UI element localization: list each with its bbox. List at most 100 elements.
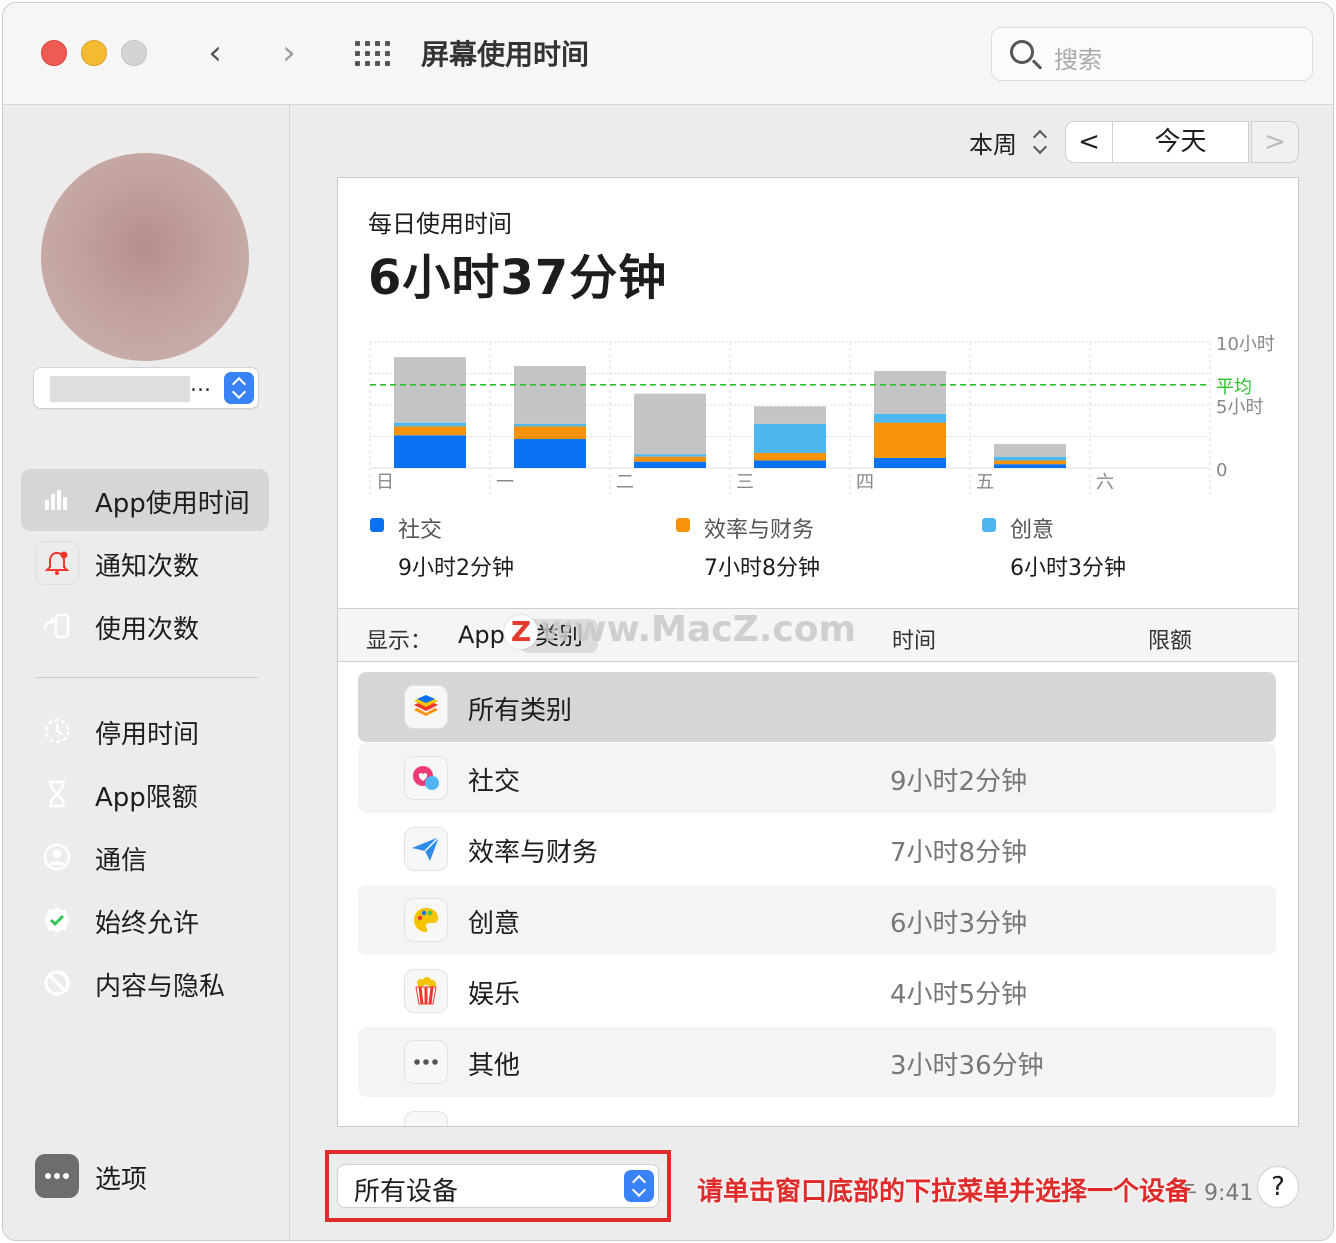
category-row-other[interactable]: 其他 3小时36分钟 <box>358 1027 1276 1097</box>
legend-swatch <box>370 518 384 532</box>
sidebar-item-content-privacy[interactable]: 内容与隐私 <box>21 952 269 1014</box>
legend-swatch <box>676 518 690 532</box>
category-row-all[interactable]: 所有类别 <box>358 672 1276 742</box>
bar-segment <box>994 444 1066 457</box>
back-button[interactable]: ‹ <box>195 31 235 75</box>
bar-segment <box>634 393 706 455</box>
category-name: 创意 <box>468 909 521 939</box>
bar-segment <box>994 464 1066 468</box>
show-by-app-button[interactable]: App <box>458 621 505 649</box>
x-tick-label: 四 <box>856 472 874 493</box>
legend-value: 9小时2分钟 <box>398 556 514 581</box>
bar-segment <box>874 422 946 458</box>
close-window-button[interactable] <box>41 40 67 66</box>
x-tick-label: 日 <box>376 472 394 493</box>
category-name: 其他 <box>468 1051 521 1081</box>
bar-segment <box>394 357 466 423</box>
category-name: 娱乐 <box>468 980 521 1010</box>
bar-segment <box>514 426 586 440</box>
bar-segment <box>994 456 1066 461</box>
usage-panel: 每日使用时间 6小时37分钟 10小时 5小时 0 日 一 二 三 四 五 六 平均 社交 9小时2… <box>337 177 1299 1127</box>
sidebar-item-label: 始终允许 <box>95 909 200 939</box>
search-field[interactable]: 搜索 <box>991 27 1313 81</box>
bar-segment <box>754 423 826 453</box>
column-time-header[interactable]: 时间 <box>892 623 936 655</box>
up-down-chevron-icon <box>224 372 254 404</box>
next-week-button[interactable]: > <box>1251 121 1299 163</box>
minimize-window-button[interactable] <box>81 40 107 66</box>
sidebar-item-notifications[interactable]: 通知次数 <box>21 532 269 594</box>
daily-usage-total: 6小时37分钟 <box>368 250 668 306</box>
category-row-productivity[interactable]: 效率与财务 7小时8分钟 <box>358 814 1276 884</box>
sidebar-item-app-usage[interactable]: App使用时间 <box>21 469 269 531</box>
user-name-redacted <box>50 376 190 402</box>
pickup-icon <box>35 604 79 648</box>
category-row-creativity[interactable]: 创意 6小时3分钟 <box>358 885 1276 955</box>
bar-segment <box>634 454 706 457</box>
ellipsis-icon <box>35 1154 79 1198</box>
today-button[interactable]: 今天 <box>1113 121 1249 163</box>
bar-segment <box>754 406 826 424</box>
bar-segment <box>634 456 706 462</box>
sidebar-item-label: 选项 <box>95 1165 148 1195</box>
show-label: 显示： <box>366 629 433 654</box>
chat-heart-icon <box>404 756 448 800</box>
hourglass-icon <box>35 772 79 816</box>
forward-button[interactable]: › <box>269 31 309 75</box>
category-time: 7小时8分钟 <box>890 838 1028 868</box>
range-up-down-icon[interactable] <box>1033 129 1047 155</box>
category-name: 社交 <box>468 767 521 797</box>
range-selector[interactable]: 本周 <box>969 125 1017 160</box>
bar-segment <box>994 460 1066 465</box>
list-header: 显示： App 类别 Zwww.MacZ.com 时间 限额 <box>338 608 1298 662</box>
downtime-icon <box>35 709 79 753</box>
category-time: 6小时3分钟 <box>890 909 1028 939</box>
chevron-right-icon: › <box>282 33 296 73</box>
search-placeholder: 搜索 <box>1054 46 1102 74</box>
paper-plane-icon <box>404 827 448 871</box>
bar-segment <box>394 422 466 427</box>
sidebar-item-pickups[interactable]: 使用次数 <box>21 595 269 657</box>
chevron-left-icon: ‹ <box>208 33 222 73</box>
title-bar: ‹ › 屏幕使用时间 搜索 <box>3 3 1333 105</box>
chevron-right-icon: > <box>1264 127 1286 157</box>
weekly-usage-chart[interactable]: 10小时 5小时 0 日 一 二 三 四 五 六 平均 <box>338 328 1299 508</box>
sidebar-item-label: 内容与隐私 <box>95 972 226 1002</box>
bar-segment <box>754 452 826 461</box>
sidebar-item-always-allowed[interactable]: 始终允许 <box>21 889 269 951</box>
legend-value: 7小时8分钟 <box>704 556 820 581</box>
sidebar-item-label: App使用时间 <box>95 489 250 519</box>
avatar <box>41 153 249 361</box>
user-selector[interactable]: ... <box>33 367 259 409</box>
y-tick-label: 5小时 <box>1216 397 1263 418</box>
layers-icon <box>404 685 448 729</box>
up-down-chevron-icon <box>624 1170 654 1202</box>
bar-segment <box>394 426 466 436</box>
watermark: Zwww.MacZ.com <box>504 609 856 650</box>
instruction-annotation: 请单击窗口底部的下拉菜单并选择一个设备 <box>697 1177 1192 1207</box>
category-row-social[interactable]: 社交 9小时2分钟 <box>358 743 1276 813</box>
sidebar-item-communication[interactable]: 通信 <box>21 826 269 888</box>
column-limit-header[interactable]: 限额 <box>1148 623 1192 655</box>
bell-icon <box>35 541 79 585</box>
help-button[interactable]: ? <box>1257 1166 1299 1208</box>
zoom-window-button[interactable] <box>121 40 147 66</box>
sidebar-item-label: 使用次数 <box>95 615 200 645</box>
bar-segment <box>754 460 826 468</box>
bar-segment <box>514 365 586 424</box>
screen-time-window: ‹ › 屏幕使用时间 搜索 ... App使用时间 通知次数 使用次数 停用时间… <box>2 2 1334 1241</box>
chevron-left-icon: < <box>1078 127 1100 157</box>
show-all-grid-icon[interactable] <box>355 41 391 67</box>
sidebar-item-downtime[interactable]: 停用时间 <box>21 700 269 762</box>
category-row-entertainment[interactable]: 娱乐 4小时5分钟 <box>358 956 1276 1026</box>
sidebar-item-options[interactable]: 选项 <box>21 1145 269 1207</box>
sidebar-item-app-limits[interactable]: App限额 <box>21 763 269 825</box>
category-name: 效率与财务 <box>468 838 599 868</box>
popcorn-icon <box>404 969 448 1013</box>
y-tick-label: 10小时 <box>1216 334 1275 355</box>
device-selector[interactable]: 所有设备 <box>337 1164 659 1208</box>
category-row-partial <box>358 1098 1276 1126</box>
previous-week-button[interactable]: < <box>1065 121 1113 163</box>
partial-row-icon <box>404 1111 448 1126</box>
bar-segment <box>514 423 586 427</box>
